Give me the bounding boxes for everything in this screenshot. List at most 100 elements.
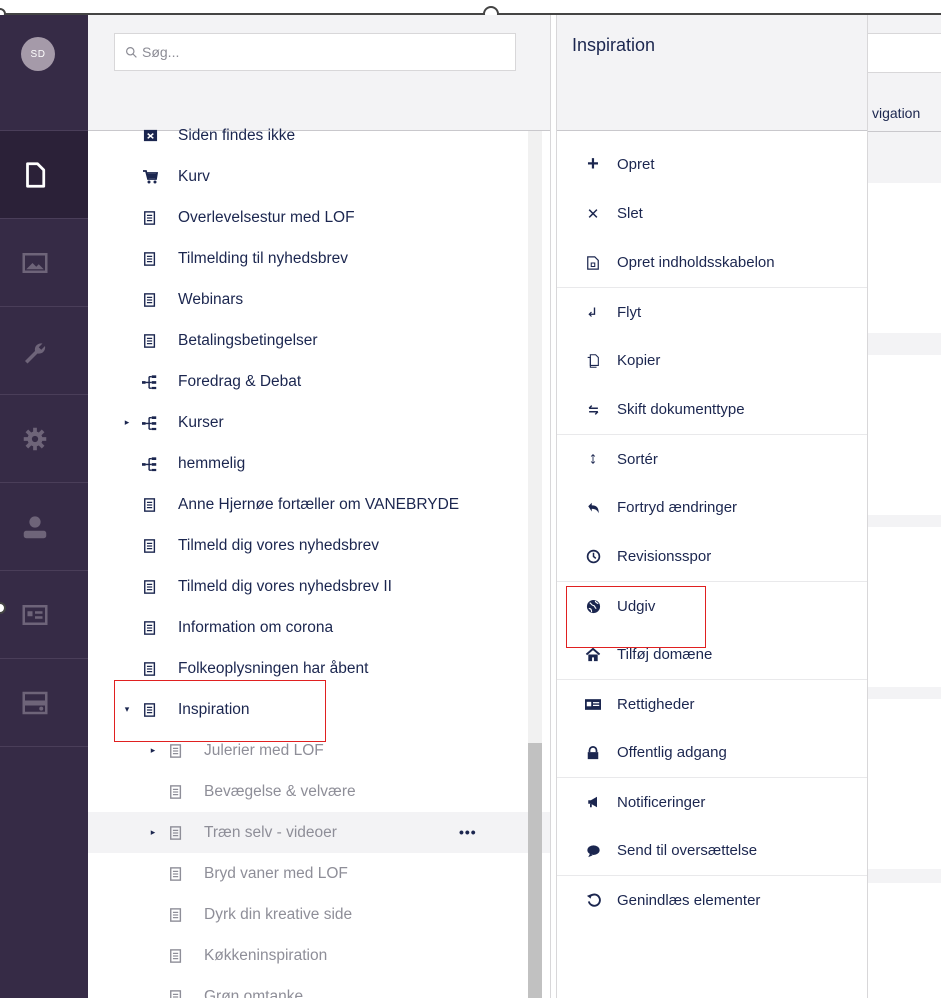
tree-node-label: Foredrag & Debat [178,372,302,390]
document-icon [142,620,158,636]
tree-node[interactable]: ▸ Træn selv - videoer ••• [88,812,550,853]
document-icon [168,989,184,998]
caret-right-icon[interactable]: ▸ [122,417,132,428]
tree-node[interactable]: ▸ Kurser [88,402,550,443]
action-label: Flyt [617,303,642,321]
more-options-icon[interactable]: ••• [459,824,477,840]
sidebar-item-users[interactable] [0,483,88,571]
document-icon [168,825,184,841]
tree-node-label: Bevægelse & velvære [204,782,356,800]
document-icon [26,161,46,188]
tree-node-label: Webinars [178,290,244,308]
caret-right-icon[interactable]: ▸ [148,745,158,756]
action-label: Revisionsspor [617,548,712,565]
sidebar-item-packages[interactable] [0,395,88,483]
avatar[interactable]: SD [21,37,55,71]
megaphone-icon [585,794,601,810]
tree-node[interactable]: Overlevelsestur med LOF [88,197,550,238]
document-icon [168,907,184,923]
tree-node-label: Dyrk din kreative side [204,905,353,923]
action-udgiv[interactable]: Udgiv [557,581,867,630]
action-flyt[interactable]: Flyt [557,287,867,336]
tree-node-label: hemmelig [178,454,246,472]
action-notificeringer[interactable]: Notificeringer [557,777,867,826]
tree-node[interactable]: ▾ Inspiration [88,689,550,730]
document-icon [142,251,158,267]
document-icon [142,702,158,718]
sidebar-item-forms[interactable] [0,659,88,747]
sitemap-icon [142,415,158,431]
tab-navigation[interactable]: vigation [872,105,920,121]
tree-node[interactable]: Kurv [88,156,550,197]
sidebar-item-settings[interactable] [0,307,88,395]
tree-node[interactable]: Folkeoplysningen har åbent [88,648,550,689]
action-sort-r[interactable]: Sortér [557,434,867,483]
action-tilføj-domæne[interactable]: Tilføj domæne [557,630,867,679]
tree-node[interactable]: Siden findes ikke [88,115,550,156]
sidebar-item-media[interactable] [0,219,88,307]
action-fortryd-ændringer[interactable]: Fortryd ændringer [557,483,867,532]
tree-node[interactable]: Køkkeninspiration [88,935,550,976]
tree-node[interactable]: ▸ Julerier med LOF [88,730,550,771]
tree-node[interactable]: Webinars [88,279,550,320]
action-kopier[interactable]: Kopier [557,336,867,385]
divider [868,131,941,132]
swap-icon [585,402,601,418]
action-rettigheder[interactable]: Rettigheder [557,679,867,728]
tree-node[interactable]: hemmelig [88,443,550,484]
tree-node[interactable]: Information om corona [88,607,550,648]
action-label: Skift dokumenttype [617,401,745,418]
sidebar-item-content[interactable] [0,131,88,219]
action-label: Offentlig adgang [617,744,727,761]
action-label: Tilføj domæne [617,646,713,663]
action-offentlig-adgang[interactable]: Offentlig adgang [557,728,867,777]
search-icon [126,46,137,58]
search-input[interactable]: Søg... [114,33,516,71]
caret-down-icon[interactable]: ▾ [122,704,132,715]
action-send-til-oversættelse[interactable]: Send til oversættelse [557,826,867,875]
action-label: Opret indholdsskabelon [617,254,775,271]
move-icon [585,304,601,320]
tree-header: Søg... [88,15,550,131]
tree-node[interactable]: Bevægelse & velvære [88,771,550,812]
gear-icon [23,427,47,450]
content-tree: Siden findes ikke Kurv Overlevelsestur med… [88,115,550,998]
tree-node-label: Inspiration [178,700,250,718]
tree-node[interactable]: Grøn omtanke [88,976,550,998]
action-revisionsspor[interactable]: Revisionsspor [557,532,867,581]
action-slet[interactable]: ✕ Slet [557,189,867,238]
tree-node[interactable]: Dyrk din kreative side [88,894,550,935]
tree-node-label: Grøn omtanke [204,987,304,998]
tree-scrollbar-thumb[interactable] [528,743,542,998]
sitemap-icon [142,374,158,390]
document-icon [142,333,158,349]
action-opret[interactable]: + Opret [557,140,867,189]
reload-icon [585,892,601,908]
clock-icon [585,549,601,565]
copy-icon [585,353,601,369]
tree-node[interactable]: Tilmelding til nyhedsbrev [88,238,550,279]
editor-card [868,355,941,515]
tree-node[interactable]: Bryd vaner med LOF [88,853,550,894]
tree-node-label: Siden findes ikke [178,126,296,144]
tree-node[interactable]: Tilmeld dig vores nyhedsbrev II [88,566,550,607]
template-icon [585,255,601,271]
action-label: Send til oversættelse [617,842,758,859]
tree-node[interactable]: Betalingsbetingelser [88,320,550,361]
action-opret-indholdsskabelon[interactable]: Opret indholdsskabelon [557,238,867,287]
tree-node[interactable]: Tilmeld dig vores nyhedsbrev [88,525,550,566]
sidebar-item-members[interactable] [0,571,88,659]
caret-right-icon[interactable]: ▸ [148,827,158,838]
tree-node-label: Anne Hjernøe fortæller om VANEBRYDE [178,495,460,513]
home-icon [585,647,601,663]
tree-node[interactable]: Foredrag & Debat [88,361,550,402]
tree-node-label: Kurv [178,167,210,185]
node-name-input[interactable] [868,33,941,73]
action-skift-dokumenttype[interactable]: Skift dokumenttype [557,385,867,434]
app-sidebar-header: SD [0,15,88,131]
action-genindlæs-elementer[interactable]: Genindlæs elementer [557,875,867,924]
actions-list: + Opret ✕ Slet Opret indholdsskabelon Flyt Kop… [557,131,867,924]
cart-icon [142,169,158,185]
tree-node[interactable]: Anne Hjernøe fortæller om VANEBRYDE [88,484,550,525]
document-icon [168,948,184,964]
